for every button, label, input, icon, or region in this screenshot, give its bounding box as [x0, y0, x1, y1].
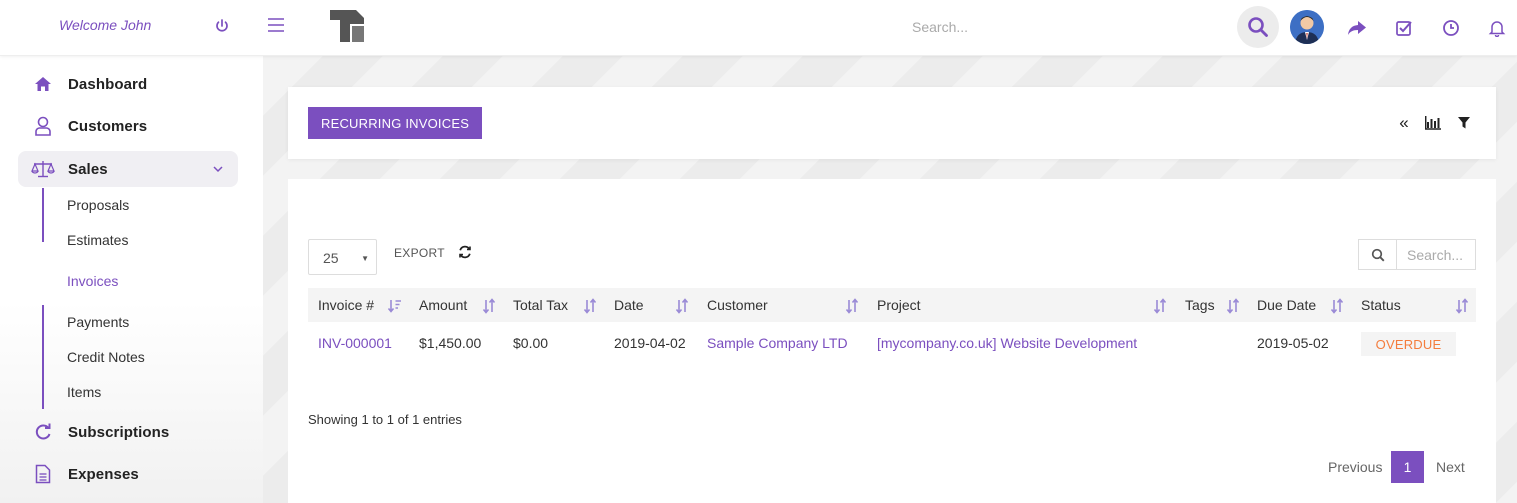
sort-icon[interactable]	[845, 298, 859, 314]
top-bar: Welcome John	[0, 0, 1517, 56]
welcome-text: Welcome John	[59, 17, 152, 33]
checkbox-icon[interactable]	[1393, 17, 1415, 39]
table-search	[1358, 239, 1476, 270]
menu-icon[interactable]	[266, 15, 286, 35]
submenu-indicator-line	[42, 188, 44, 242]
bell-icon[interactable]	[1486, 17, 1508, 39]
column-header-date[interactable]: Date	[614, 288, 644, 322]
pagination-previous[interactable]: Previous	[1328, 451, 1382, 483]
filter-icon[interactable]	[1456, 115, 1472, 131]
sidebar-subitem-payments[interactable]: Payments	[67, 314, 129, 330]
status-badge: OVERDUE	[1361, 332, 1456, 356]
column-header-amount[interactable]: Amount	[419, 288, 467, 322]
export-button[interactable]: EXPORT	[394, 246, 445, 260]
page-length-value: 25	[323, 250, 339, 266]
bar-chart-icon[interactable]	[1425, 115, 1441, 131]
sort-icon[interactable]	[1330, 298, 1344, 314]
search-icon	[1359, 240, 1397, 269]
submenu-indicator-line	[42, 305, 44, 409]
home-icon	[18, 76, 68, 92]
sidebar-subitem-estimates[interactable]: Estimates	[67, 232, 128, 248]
collapse-toggle-icon[interactable]: «	[1396, 113, 1412, 132]
main-content: RECURRING INVOICES « 25 ▼ EXPORT Invoice…	[263, 56, 1517, 503]
sidebar-item-expenses[interactable]: Expenses	[18, 456, 238, 492]
balance-scale-icon	[18, 160, 68, 178]
sort-icon[interactable]	[482, 298, 496, 314]
sort-icon[interactable]	[1153, 298, 1167, 314]
column-header-tags[interactable]: Tags	[1185, 288, 1215, 322]
pagination-next[interactable]: Next	[1436, 451, 1465, 483]
column-header-invoice[interactable]: Invoice #	[318, 288, 374, 322]
due-date-cell: 2019-05-02	[1257, 335, 1329, 351]
page-length-select[interactable]: 25 ▼	[308, 239, 377, 275]
user-icon	[18, 116, 68, 136]
user-avatar[interactable]	[1290, 10, 1324, 44]
sidebar-item-label: Subscriptions	[68, 423, 170, 441]
toolbar-card: RECURRING INVOICES «	[288, 87, 1496, 159]
total-tax-cell: $0.00	[513, 335, 549, 351]
project-link[interactable]: [mycompany.co.uk] Website Development	[877, 335, 1137, 351]
share-icon[interactable]	[1346, 17, 1368, 39]
sidebar-subitem-invoices[interactable]: Invoices	[67, 273, 118, 289]
column-header-project[interactable]: Project	[877, 288, 921, 322]
chevron-down-icon[interactable]	[212, 162, 224, 180]
reload-icon[interactable]	[458, 245, 472, 259]
sidebar-item-subscriptions[interactable]: Subscriptions	[18, 414, 238, 450]
recurring-invoices-button[interactable]: RECURRING INVOICES	[308, 107, 483, 139]
file-icon	[18, 464, 68, 484]
sidebar-subitem-credit-notes[interactable]: Credit Notes	[67, 349, 145, 365]
sidebar-item-sales[interactable]: Sales	[18, 151, 238, 187]
sidebar-item-label: Dashboard	[68, 75, 148, 93]
sidebar-item-label: Expenses	[68, 465, 139, 483]
column-header-status[interactable]: Status	[1361, 288, 1401, 322]
sidebar-item-dashboard[interactable]: Dashboard	[18, 66, 238, 102]
amount-cell: $1,450.00	[419, 335, 482, 351]
column-header-total-tax[interactable]: Total Tax	[513, 288, 568, 322]
sidebar-item-label: Sales	[68, 160, 108, 178]
pagination-page-1[interactable]: 1	[1391, 451, 1424, 483]
global-search-input[interactable]	[900, 14, 1200, 40]
column-header-due-date[interactable]: Due Date	[1257, 288, 1316, 322]
table-info: Showing 1 to 1 of 1 entries	[308, 412, 462, 427]
table-search-input[interactable]	[1397, 240, 1475, 269]
table-row: INV-000001 $1,450.00 $0.00 2019-04-02 Sa…	[308, 322, 1476, 362]
invoice-number-link[interactable]: INV-000001	[318, 335, 392, 351]
sort-icon[interactable]	[583, 298, 597, 314]
search-icon[interactable]	[1237, 6, 1279, 48]
sidebar: Dashboard Customers Sales Proposals Esti…	[0, 56, 263, 503]
customer-link[interactable]: Sample Company LTD	[707, 335, 848, 351]
caret-down-icon: ▼	[361, 254, 369, 263]
power-icon[interactable]	[212, 16, 232, 36]
sidebar-item-customers[interactable]: Customers	[18, 108, 238, 144]
sidebar-subitem-items[interactable]: Items	[67, 384, 101, 400]
invoices-table-card: 25 ▼ EXPORT Invoice # Amount Total Tax D…	[288, 179, 1496, 503]
sort-icon[interactable]	[675, 298, 689, 314]
column-header-customer[interactable]: Customer	[707, 288, 768, 322]
sidebar-item-label: Customers	[68, 117, 148, 135]
table-header: Invoice # Amount Total Tax Date Customer…	[308, 288, 1476, 322]
sidebar-subitem-proposals[interactable]: Proposals	[67, 197, 129, 213]
company-logo[interactable]	[328, 8, 366, 44]
sort-icon[interactable]	[1226, 298, 1240, 314]
clock-icon[interactable]	[1440, 17, 1462, 39]
date-cell: 2019-04-02	[614, 335, 686, 351]
sort-icon[interactable]	[1455, 298, 1469, 314]
refresh-icon	[18, 423, 68, 441]
sort-desc-icon[interactable]	[387, 298, 402, 314]
